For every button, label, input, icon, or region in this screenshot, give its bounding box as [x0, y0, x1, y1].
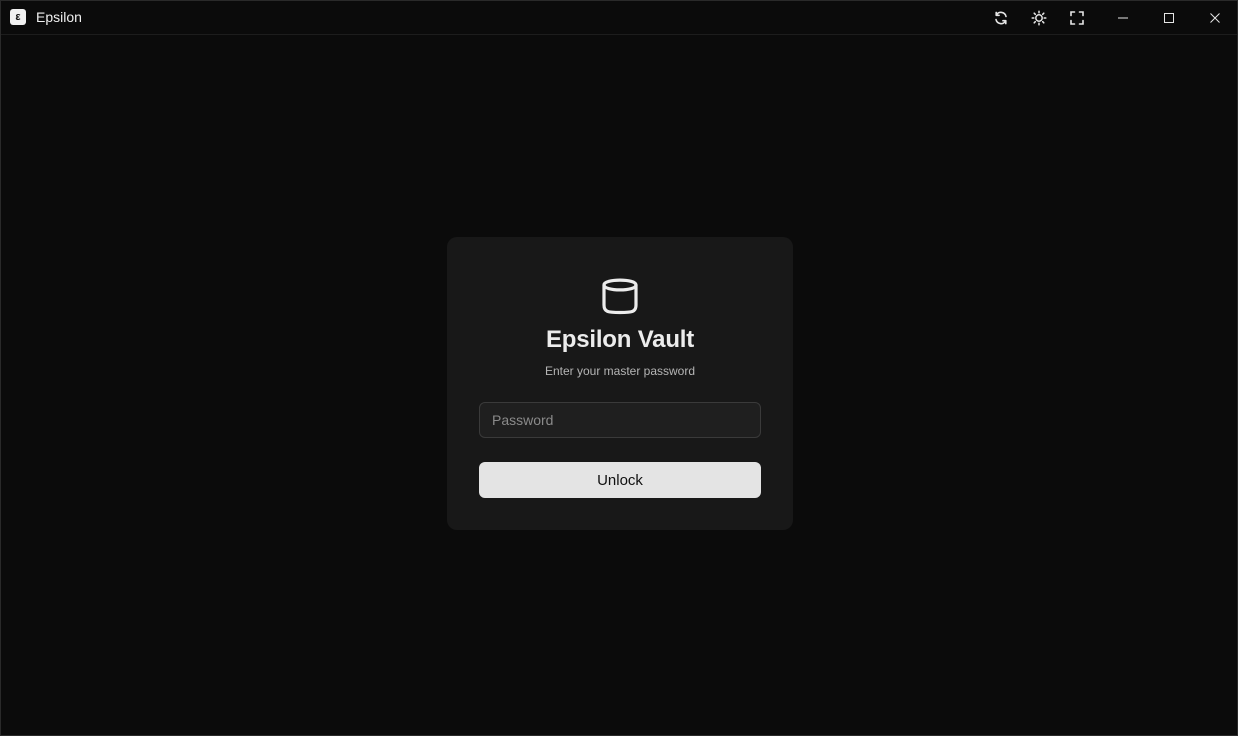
title-bar[interactable]: ε Epsilon [1, 1, 1237, 35]
close-icon [1210, 13, 1220, 23]
database-icon [602, 278, 638, 315]
sun-icon [1031, 10, 1047, 26]
unlock-button[interactable]: Unlock [479, 462, 761, 498]
vault-subtitle: Enter your master password [544, 364, 696, 378]
maximize-icon [1164, 13, 1174, 23]
login-card: Epsilon Vault Enter your master password… [447, 237, 793, 530]
app-logo-icon: ε [10, 9, 26, 25]
minimize-icon [1118, 17, 1128, 19]
app-window: ε Epsilon Epsilon Vault Enter your maste… [0, 0, 1238, 736]
refresh-button[interactable] [988, 6, 1014, 30]
minimize-button[interactable] [1110, 6, 1136, 30]
fullscreen-button[interactable] [1064, 6, 1090, 30]
maximize-button[interactable] [1156, 6, 1182, 30]
password-input[interactable] [479, 402, 761, 438]
window-title: Epsilon [36, 9, 82, 25]
close-button[interactable] [1202, 6, 1228, 30]
vault-title: Epsilon Vault [545, 326, 695, 353]
fullscreen-icon [1070, 11, 1084, 25]
refresh-icon [995, 11, 1007, 25]
theme-toggle-button[interactable] [1026, 6, 1052, 30]
